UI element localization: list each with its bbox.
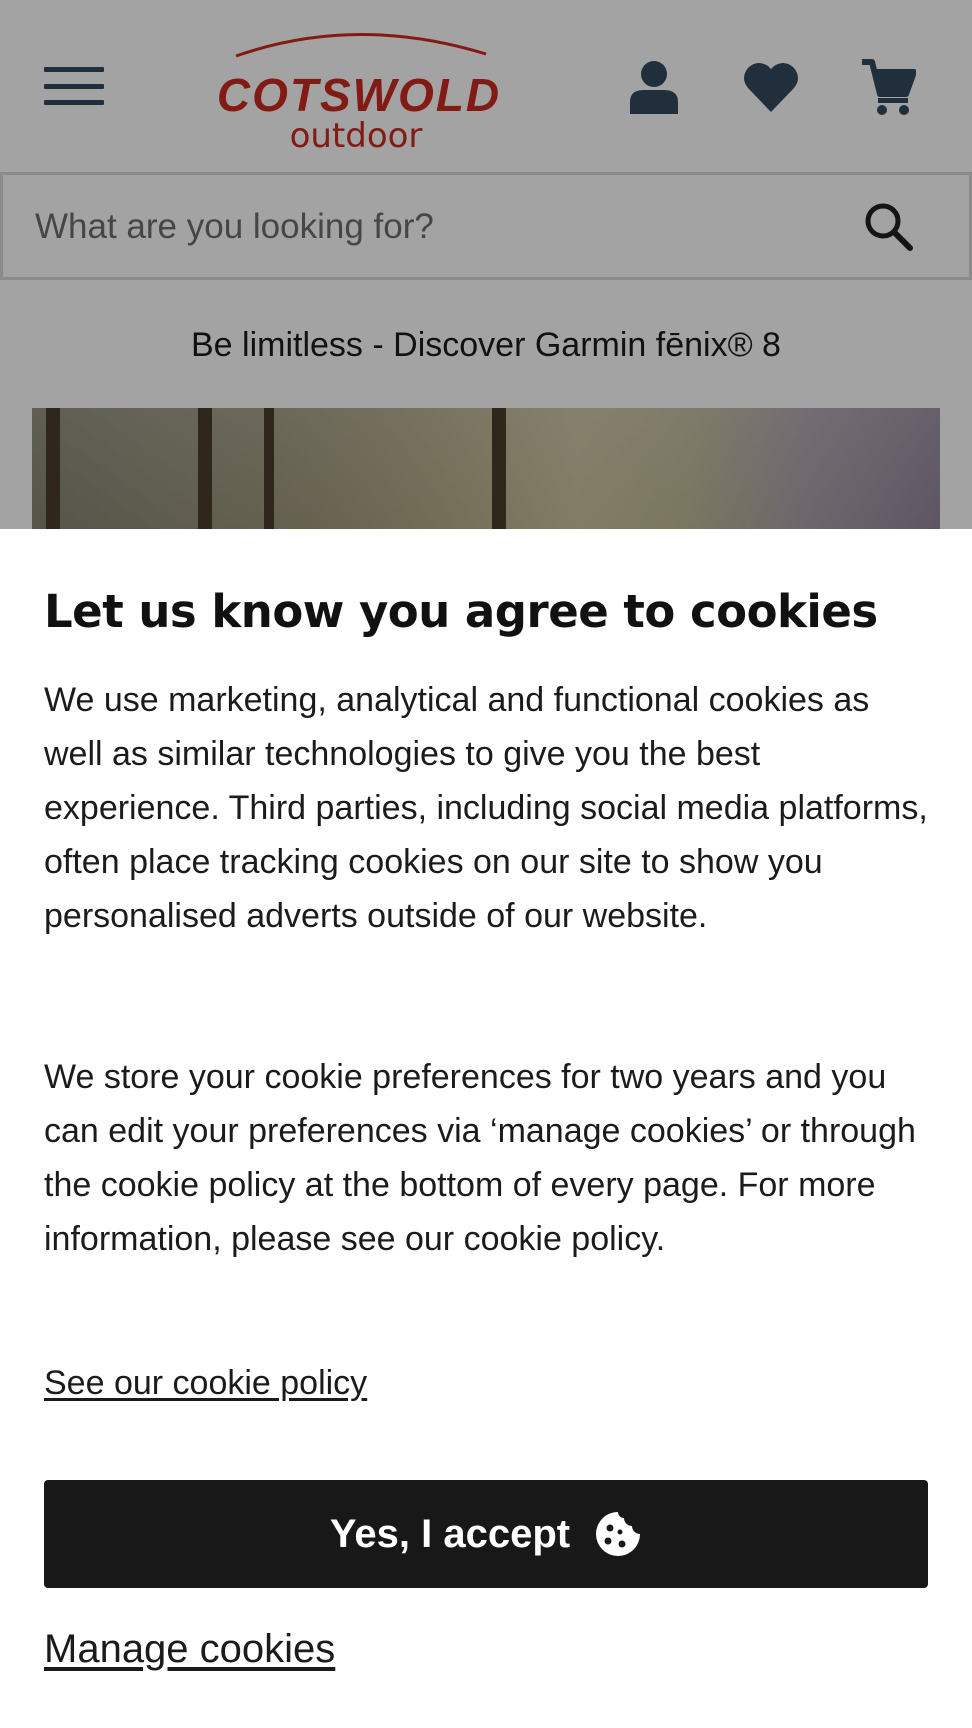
cookie-description-1: We use marketing, analytical and functio…	[44, 681, 928, 935]
cookie-title: Let us know you agree to cookies	[44, 585, 878, 638]
manage-cookies-link[interactable]: Manage cookies	[44, 1627, 335, 1672]
cookie-icon	[594, 1510, 642, 1558]
accept-button-label: Yes, I accept	[329, 1511, 571, 1556]
accept-cookies-button[interactable]: Yes, I accept	[44, 1480, 928, 1588]
cookie-description-2: We store your cookie preferences for two…	[44, 1058, 916, 1258]
cookie-consent-panel: Let us know you agree to cookies We use …	[0, 529, 972, 1728]
cookie-policy-link[interactable]: See our cookie policy	[44, 1364, 367, 1403]
